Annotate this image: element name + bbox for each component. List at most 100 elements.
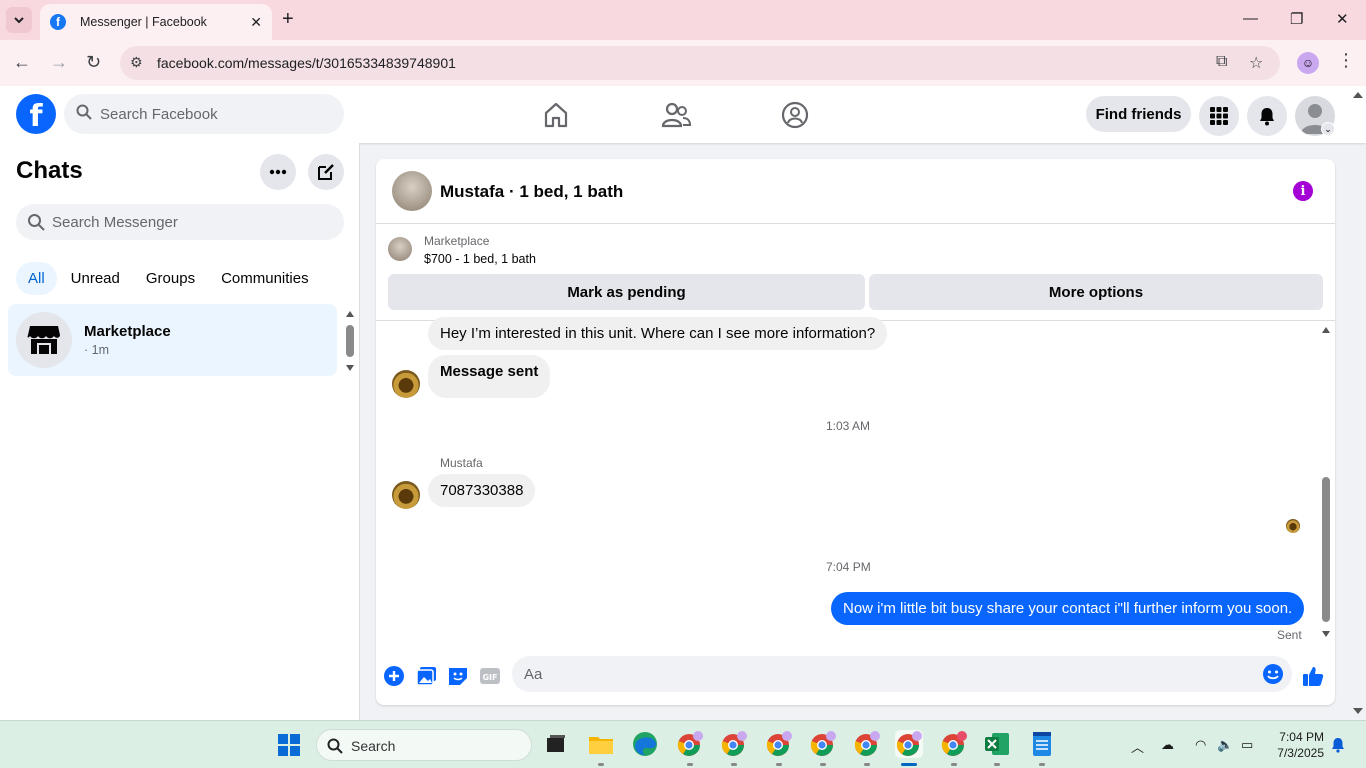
minimize-icon[interactable]: —: [1243, 10, 1258, 27]
account-chevron-icon[interactable]: ⌄: [1321, 122, 1335, 136]
wifi-icon[interactable]: ◠: [1195, 737, 1206, 753]
groups-icon[interactable]: [780, 100, 810, 130]
marketplace-listing-bar: Marketplace $700 - 1 bed, 1 bath Mark as…: [376, 225, 1335, 321]
filter-all[interactable]: All: [16, 262, 57, 295]
chrome-profile-7-icon[interactable]: [940, 730, 968, 758]
info-icon[interactable]: i: [1293, 181, 1313, 201]
messenger-search-input[interactable]: Search Messenger: [16, 204, 344, 240]
menu-button[interactable]: [1199, 96, 1239, 136]
outgoing-message-bubble[interactable]: Now i'm little bit busy share your conta…: [831, 592, 1305, 625]
friends-icon[interactable]: [661, 100, 691, 130]
storefront-icon: [27, 326, 60, 354]
page-scrollbar[interactable]: [1350, 86, 1366, 720]
taskbar-clock[interactable]: 7:04 PM 7/3/2025: [1268, 729, 1324, 761]
filter-groups[interactable]: Groups: [134, 262, 207, 295]
new-tab-icon[interactable]: +: [282, 8, 294, 31]
conversation-title[interactable]: Mustafa · 1 bed, 1 bath: [440, 182, 623, 202]
chrome-profile-6-icon[interactable]: [895, 730, 923, 758]
running-indicator: [598, 763, 604, 766]
conversation-avatar[interactable]: [392, 171, 432, 211]
find-friends-button[interactable]: Find friends: [1086, 96, 1191, 132]
notepad-icon[interactable]: [1028, 730, 1056, 758]
excel-icon[interactable]: [983, 730, 1011, 758]
chat-name: Marketplace: [84, 323, 171, 340]
edge-browser-icon[interactable]: [631, 730, 659, 758]
chat-list-item[interactable]: Marketplace · 1m: [8, 304, 337, 376]
omnibox[interactable]: ⚙ facebook.com/messages/t/30165334839748…: [120, 46, 1280, 80]
message-input-placeholder: Aa: [524, 666, 543, 683]
svg-text:GIF: GIF: [482, 673, 497, 682]
chats-options-button[interactable]: [260, 154, 296, 190]
listing-title[interactable]: $700 - 1 bed, 1 bath: [424, 252, 536, 266]
taskbar-search-placeholder: Search: [351, 738, 396, 754]
sender-avatar[interactable]: [392, 370, 420, 398]
compose-icon: [318, 164, 334, 180]
running-indicator: [864, 763, 870, 766]
message-input[interactable]: Aa: [512, 656, 1292, 692]
facebook-search-placeholder: Search Facebook: [100, 106, 218, 123]
restore-icon[interactable]: ❐: [1290, 10, 1303, 28]
new-message-button[interactable]: [308, 154, 344, 190]
notifications-button[interactable]: [1247, 96, 1287, 136]
reload-icon[interactable]: ↻: [86, 52, 101, 73]
filter-unread[interactable]: Unread: [59, 262, 132, 295]
battery-icon[interactable]: ▭: [1241, 737, 1253, 753]
gif-icon[interactable]: GIF: [479, 665, 501, 687]
back-arrow-icon[interactable]: ←: [13, 52, 31, 73]
listing-source-label: Marketplace: [424, 234, 490, 248]
message-bubble[interactable]: 7087330388: [428, 474, 536, 507]
photo-icon[interactable]: [416, 665, 438, 687]
chrome-profile-3-icon[interactable]: [765, 730, 793, 758]
sticker-icon[interactable]: [447, 665, 469, 687]
more-options-button[interactable]: More options: [869, 274, 1323, 310]
emoji-icon[interactable]: [1262, 663, 1284, 685]
clock-time: 7:04 PM: [1279, 730, 1324, 744]
close-window-icon[interactable]: ✕: [1336, 10, 1349, 28]
chevron-down-icon: [14, 17, 24, 24]
show-hidden-icons-chevron-icon[interactable]: ︿: [1131, 737, 1144, 756]
close-tab-icon[interactable]: ✕: [250, 14, 262, 31]
chrome-profile-4-icon[interactable]: [809, 730, 837, 758]
notification-bell-icon[interactable]: [1330, 737, 1346, 753]
tab-list-button[interactable]: [6, 7, 32, 33]
facebook-favicon-icon: f: [50, 14, 66, 30]
facebook-logo-icon[interactable]: f: [16, 94, 56, 134]
running-indicator: [994, 763, 1000, 766]
forward-arrow-icon[interactable]: →: [50, 52, 68, 73]
thumbs-up-icon[interactable]: [1302, 665, 1324, 687]
site-info-icon[interactable]: ⚙: [130, 54, 143, 71]
clock-date: 7/3/2025: [1277, 746, 1324, 760]
mark-as-pending-button[interactable]: Mark as pending: [388, 274, 865, 310]
browser-profile-icon[interactable]: ☺: [1297, 52, 1319, 74]
browser-tab-messenger[interactable]: f Messenger | Facebook ✕: [40, 4, 272, 40]
delivery-status: Sent: [1277, 628, 1302, 642]
filter-communities[interactable]: Communities: [209, 262, 321, 295]
conversation-scrollbar[interactable]: [1320, 324, 1332, 639]
task-view-icon[interactable]: [542, 730, 570, 758]
sidebar-scrollbar[interactable]: [344, 308, 356, 372]
plus-circle-icon[interactable]: [383, 665, 405, 687]
running-indicator: [951, 763, 957, 766]
taskbar-search-input[interactable]: Search: [316, 729, 532, 761]
file-explorer-icon[interactable]: [587, 730, 615, 758]
sender-avatar[interactable]: [392, 481, 420, 509]
url-text[interactable]: facebook.com/messages/t/3016533483974890…: [157, 55, 456, 71]
message-bubble[interactable]: Message sent: [428, 355, 551, 398]
chrome-profile-1-icon[interactable]: [676, 730, 704, 758]
install-app-icon[interactable]: ⧉: [1216, 53, 1227, 71]
running-indicator: [731, 763, 737, 766]
onedrive-cloud-icon[interactable]: ☁: [1161, 737, 1174, 753]
facebook-search-input[interactable]: Search Facebook: [64, 94, 344, 134]
listing-thumbnail[interactable]: [388, 237, 412, 261]
windows-start-icon[interactable]: [278, 734, 300, 756]
chat-filters: All Unread Groups Communities: [16, 262, 323, 295]
bookmark-star-icon[interactable]: ☆: [1249, 53, 1263, 73]
home-icon[interactable]: [541, 100, 571, 130]
message-bubble[interactable]: Hey I’m interested in this unit. Where c…: [428, 317, 888, 350]
chrome-profile-2-icon[interactable]: [720, 730, 748, 758]
search-icon: [76, 104, 92, 120]
chats-title: Chats: [16, 157, 83, 184]
browser-menu-icon[interactable]: ⋮: [1337, 50, 1355, 71]
chrome-profile-5-icon[interactable]: [853, 730, 881, 758]
volume-icon[interactable]: 🔈: [1217, 737, 1233, 753]
